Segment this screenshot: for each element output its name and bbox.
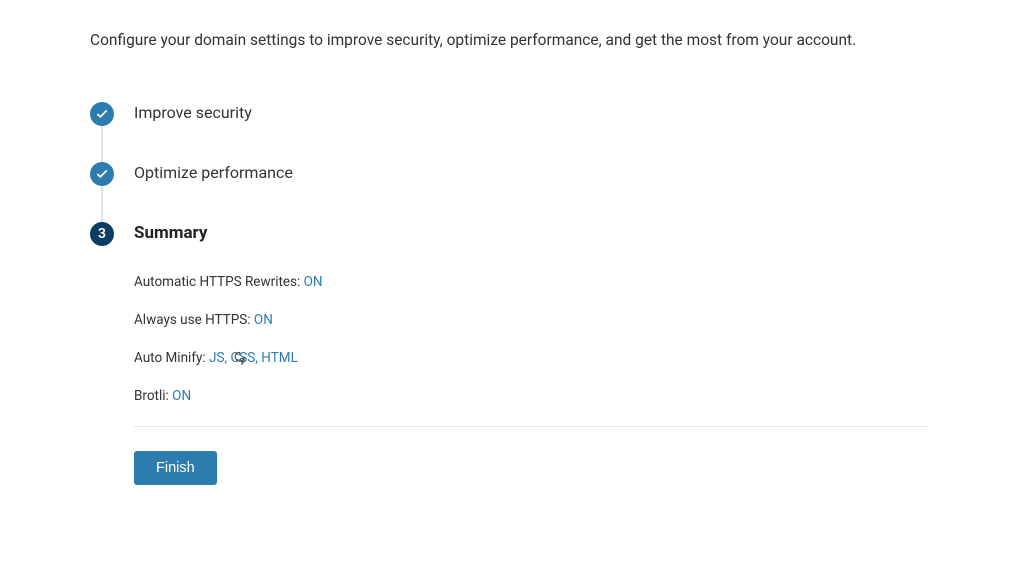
finish-button[interactable]: Finish <box>134 451 217 485</box>
step-label: Optimize performance <box>134 162 293 182</box>
summary-value: JS, CSS, HTML <box>209 350 298 366</box>
step-list: Improve security Optimize performance 3 … <box>90 102 927 246</box>
summary-auto-minify: Auto Minify: JS, CSS, HTML <box>134 350 927 366</box>
step-marker-complete <box>90 162 114 186</box>
wizard-container: Configure your domain settings to improv… <box>0 0 1017 485</box>
step-improve-security[interactable]: Improve security <box>90 102 927 126</box>
step-number: 3 <box>98 226 106 242</box>
step-summary: 3 Summary <box>90 222 927 246</box>
summary-label: Auto Minify: <box>134 350 209 366</box>
check-icon <box>95 167 109 181</box>
summary-label: Automatic HTTPS Rewrites: <box>134 274 304 290</box>
check-icon <box>95 107 109 121</box>
step-label: Summary <box>134 222 207 243</box>
intro-text: Configure your domain settings to improv… <box>90 30 927 52</box>
summary-body: Automatic HTTPS Rewrites: ON Always use … <box>134 274 927 404</box>
summary-brotli: Brotli: ON <box>134 388 927 404</box>
step-marker-current: 3 <box>90 222 114 246</box>
step-marker-complete <box>90 102 114 126</box>
step-connector <box>101 186 103 222</box>
summary-always-https: Always use HTTPS: ON <box>134 312 927 328</box>
summary-label: Brotli: <box>134 388 172 404</box>
summary-value: ON <box>172 388 191 404</box>
summary-https-rewrites: Automatic HTTPS Rewrites: ON <box>134 274 927 290</box>
step-label: Improve security <box>134 102 252 122</box>
step-optimize-performance[interactable]: Optimize performance <box>90 162 927 186</box>
divider <box>134 426 927 427</box>
step-connector <box>101 126 103 162</box>
summary-label: Always use HTTPS: <box>134 312 254 328</box>
summary-value: ON <box>304 274 323 290</box>
summary-value: ON <box>254 312 273 328</box>
